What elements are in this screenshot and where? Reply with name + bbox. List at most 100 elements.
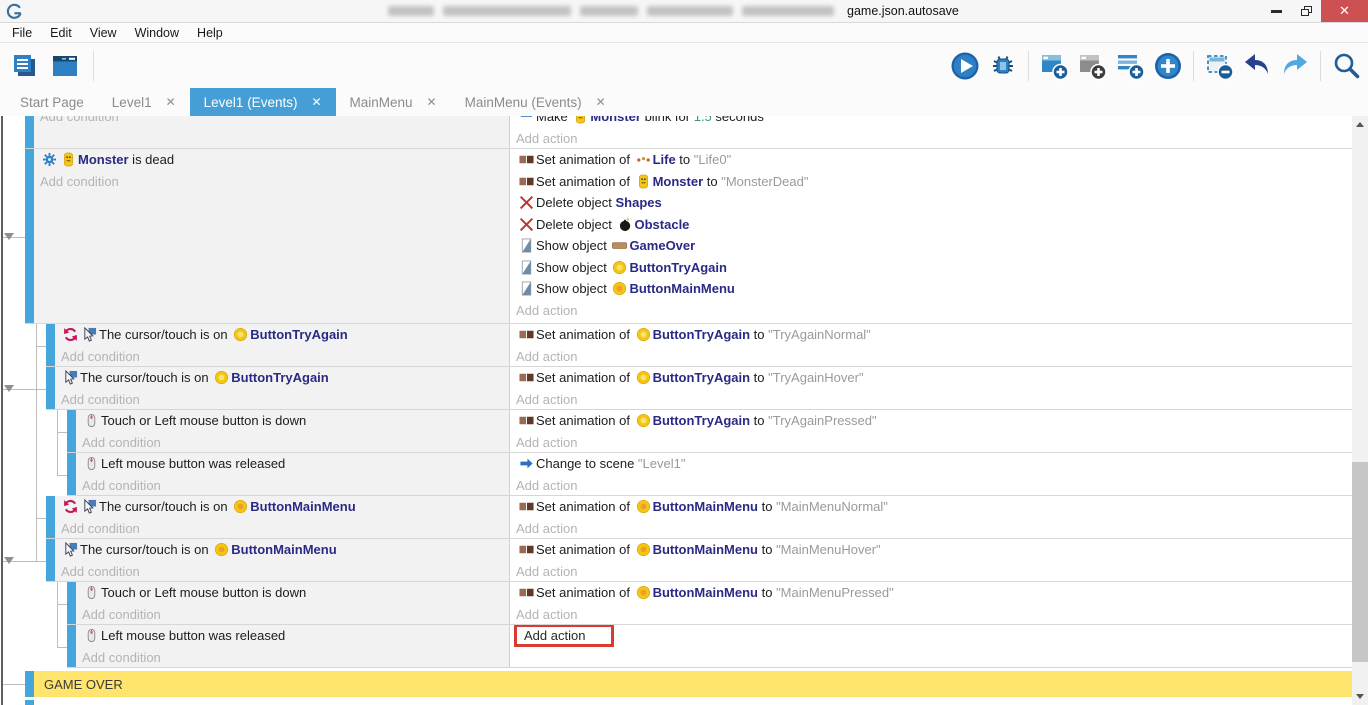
event-handle[interactable] [67,582,76,625]
add-action-button[interactable]: Add action [511,300,1352,322]
add-action-button[interactable]: Add action [511,432,1352,454]
add-condition-button[interactable]: Add condition [55,389,509,411]
event-handle[interactable] [46,367,55,410]
action[interactable]: Show object ButtonMainMenu [511,278,1352,300]
vertical-scrollbar[interactable] [1352,116,1368,705]
action[interactable]: Change to scene "Level1" [511,453,1352,475]
project-manager-button[interactable] [8,50,40,82]
add-subevent-button[interactable] [1076,50,1108,82]
redo-button[interactable] [1279,50,1311,82]
condition[interactable]: Left mouse button was released [76,453,509,475]
object-name: ButtonMainMenu [231,542,336,557]
add-condition-button[interactable]: Add condition [76,604,509,626]
condition[interactable]: Touch or Left mouse button is down [76,582,509,604]
monster-icon [61,152,76,167]
comment-row[interactable]: GAME OVER [34,671,1352,697]
add-condition-button[interactable]: Add condition [76,432,509,454]
play-button[interactable] [949,50,981,82]
action[interactable]: Set animation of ButtonTryAgain to "TryA… [511,410,1352,432]
close-tab-icon[interactable]: ✕ [311,95,321,109]
scroll-up-icon[interactable] [1356,122,1364,127]
tab-level1-events[interactable]: Level1 (Events)✕ [190,88,336,116]
add-action-button[interactable]: Add action [511,346,1352,368]
add-action-button[interactable]: Add action [511,604,1352,626]
text: Set animation of [536,152,634,167]
add-condition-button[interactable]: Add condition [55,561,509,583]
comment-handle[interactable] [25,671,34,697]
action[interactable]: Set animation of ButtonMainMenu to "Main… [511,496,1352,518]
search-button[interactable] [1330,50,1362,82]
event-handle[interactable] [25,116,34,149]
condition[interactable]: The cursor/touch is on ButtonMainMenu [55,539,509,561]
close-button[interactable]: ✕ [1321,0,1368,22]
coin-o-icon [636,499,651,514]
add-action-button[interactable]: Add action [511,128,1352,150]
action[interactable]: Set animation of ButtonMainMenu to "Main… [511,582,1352,604]
scrollbar-thumb[interactable] [1352,462,1368,662]
add-condition-button[interactable]: Add condition [34,116,509,128]
action[interactable]: Set animation of ButtonTryAgain to "TryA… [511,367,1352,389]
menu-help[interactable]: Help [188,23,232,43]
object-name: ButtonMainMenu [653,585,758,600]
event-handle[interactable] [67,410,76,453]
action[interactable]: Set animation of Life to "Life0" [511,149,1352,171]
add-action-button[interactable]: Add action [511,475,1352,497]
add-condition-button[interactable]: Add condition [76,647,509,669]
action[interactable]: Show object GameOver [511,235,1352,257]
event-handle[interactable] [46,496,55,539]
collapse-toggle-icon[interactable] [4,557,14,564]
add-action-button[interactable]: Add action [511,518,1352,540]
collapse-toggle-icon[interactable] [4,385,14,392]
action[interactable]: Set animation of ButtonMainMenu to "Main… [511,539,1352,561]
tab-mainmenu[interactable]: MainMenu✕ [336,88,451,116]
action[interactable]: Show object ButtonTryAgain [511,257,1352,279]
add-condition-button[interactable]: Add condition [55,346,509,368]
add-comment-button[interactable] [1114,50,1146,82]
undo-button[interactable] [1241,50,1273,82]
close-tab-icon[interactable]: ✕ [596,95,606,109]
delete-event-button[interactable] [1203,50,1235,82]
text: The cursor/touch is on [99,327,231,342]
add-other-button[interactable] [1152,50,1184,82]
menu-edit[interactable]: Edit [41,23,81,43]
close-tab-icon[interactable]: ✕ [166,95,176,109]
collapse-toggle-icon[interactable] [4,233,14,240]
condition[interactable]: Monster is dead [34,149,509,171]
add-event-button[interactable] [1038,50,1070,82]
add-condition-button[interactable]: Add condition [34,171,509,193]
condition[interactable]: Left mouse button was released [76,625,509,647]
add-action-button[interactable]: Add action [511,561,1352,583]
add-action-button[interactable]: Add action [511,389,1352,411]
event-handle[interactable] [46,539,55,582]
menu-window[interactable]: Window [126,23,188,43]
add-condition-button[interactable]: Add condition [55,518,509,540]
scene-editor-button[interactable] [49,50,81,82]
tab-mainmenu-events[interactable]: MainMenu (Events)✕ [451,88,620,116]
event-handle[interactable] [25,700,34,705]
tab-start-page[interactable]: Start Page [6,88,98,116]
add-condition-button[interactable]: Add condition [76,475,509,497]
tab-level1[interactable]: Level1✕ [98,88,190,116]
condition[interactable]: Touch or Left mouse button is down [76,410,509,432]
minimize-button[interactable] [1261,0,1291,22]
restore-button[interactable] [1291,0,1321,22]
scroll-down-icon[interactable] [1356,694,1364,699]
action[interactable]: Delete object Shapes [511,192,1352,214]
action[interactable]: Set animation of Monster to "MonsterDead… [511,171,1352,193]
action[interactable]: Set animation of ButtonTryAgain to "TryA… [511,324,1352,346]
close-tab-icon[interactable]: ✕ [427,95,437,109]
condition[interactable]: The cursor/touch is on ButtonTryAgain [55,367,509,389]
condition[interactable]: The cursor/touch is on ButtonMainMenu [55,496,509,518]
menu-file[interactable]: File [3,23,41,43]
action[interactable]: Make Monster blink for 1.5 seconds [511,116,1352,128]
event-handle[interactable] [25,149,34,324]
toolbar-separator [1028,51,1029,81]
event-handle[interactable] [67,453,76,496]
add-action-button-highlighted[interactable]: Add action [514,625,614,647]
menu-view[interactable]: View [81,23,126,43]
event-handle[interactable] [67,625,76,668]
action[interactable]: Delete object Obstacle [511,214,1352,236]
condition[interactable]: The cursor/touch is on ButtonTryAgain [55,324,509,346]
debug-button[interactable] [987,50,1019,82]
event-handle[interactable] [46,324,55,367]
